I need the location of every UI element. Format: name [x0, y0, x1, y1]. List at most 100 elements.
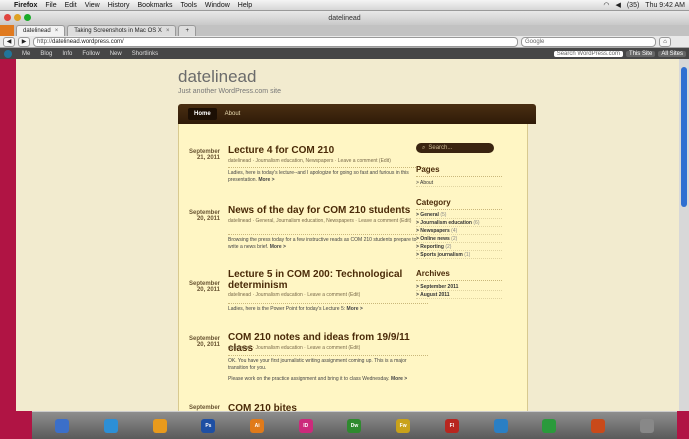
- powerpoint-icon[interactable]: [590, 418, 605, 433]
- post-excerpt: Ladies, here is today's lecture--and I a…: [228, 167, 428, 184]
- sidebar-category-item[interactable]: > Online news (2): [416, 236, 502, 243]
- close-tab-icon[interactable]: ×: [166, 28, 170, 34]
- post-meta[interactable]: datelinead · General, Journalism educati…: [228, 218, 418, 224]
- window-controls: [4, 14, 31, 21]
- wpbar-me[interactable]: Me: [22, 51, 30, 57]
- wordpress-logo-icon[interactable]: [4, 49, 12, 58]
- menu-file[interactable]: File: [45, 2, 56, 9]
- search-engine-placeholder: Google: [525, 38, 545, 45]
- url-text: datelinead.wordpress.com/: [52, 38, 124, 45]
- wpbar-follow[interactable]: Follow: [82, 51, 99, 57]
- excel-icon[interactable]: [542, 418, 557, 433]
- search-icon: ⌕: [422, 144, 426, 151]
- search-engine-box[interactable]: Google: [521, 36, 656, 47]
- sidebar-category-item[interactable]: > Newspapers (4): [416, 228, 502, 235]
- mac-menubar: Firefox File Edit View History Bookmarks…: [0, 0, 689, 11]
- post-meta[interactable]: datelinead · Journalism education · Leav…: [228, 345, 418, 351]
- dreamweaver-icon[interactable]: Dw: [347, 418, 362, 433]
- wifi-icon[interactable]: ◠: [603, 1, 609, 9]
- post-excerpt-line: Please work on the practice assignment a…: [228, 376, 428, 383]
- forward-button[interactable]: ▶: [18, 36, 30, 47]
- safari-icon[interactable]: [104, 418, 119, 433]
- minimize-window-icon[interactable]: [14, 14, 21, 21]
- url-bar[interactable]: http:// datelinead.wordpress.com/: [33, 36, 518, 47]
- blog-title[interactable]: datelinead: [178, 67, 256, 87]
- flash-icon[interactable]: Fl: [444, 418, 459, 433]
- sidebar-category-item[interactable]: > Sports journalism (1): [416, 252, 502, 259]
- clock[interactable]: Thu 9:42 AM: [645, 2, 685, 9]
- page-content: datelinead Just another WordPress.com si…: [16, 59, 679, 411]
- sidebar-category-item[interactable]: > General (5): [416, 212, 502, 219]
- post-date-year: 20, 2011: [196, 287, 220, 293]
- close-window-icon[interactable]: [4, 14, 11, 21]
- post-date: September 20, 2011: [178, 336, 220, 348]
- photoshop-icon[interactable]: Ps: [201, 418, 216, 433]
- menu-help[interactable]: Help: [238, 2, 252, 9]
- more-link[interactable]: More >: [270, 244, 286, 250]
- post-excerpt-text: Ladies, here is today's lecture--and I a…: [228, 170, 409, 183]
- sidebar-page-about[interactable]: > About: [416, 180, 502, 187]
- tab-screenshots[interactable]: Taking Screenshots in Mac OS X ×: [67, 25, 177, 36]
- finder-icon[interactable]: [55, 418, 70, 433]
- post-date: September 20, 2011: [178, 281, 220, 293]
- wpbar-all-sites-button[interactable]: All Sites: [658, 50, 686, 57]
- fireworks-icon[interactable]: Fw: [396, 418, 411, 433]
- sidebar-archive-item[interactable]: > September 2011: [416, 284, 502, 291]
- page-scrollbar[interactable]: [679, 59, 689, 411]
- home-button[interactable]: ⌂: [659, 36, 671, 47]
- post-excerpt: Browsing the press today for a few instr…: [228, 234, 428, 251]
- tab-datelinead[interactable]: datelinead ×: [16, 25, 66, 36]
- wpbar-this-site-button[interactable]: This Site: [625, 50, 656, 57]
- new-tab-button[interactable]: +: [178, 25, 196, 36]
- wpbar-search-input[interactable]: Search WordPress.com: [553, 50, 623, 57]
- post-meta[interactable]: datelinead · Journalism education, Newsp…: [228, 158, 418, 164]
- sidebar-archive-item[interactable]: > August 2011: [416, 292, 502, 299]
- menu-firefox[interactable]: Firefox: [14, 2, 37, 9]
- post-title[interactable]: News of the day for COM 210 students: [228, 205, 428, 216]
- wpbar-shortlinks[interactable]: Shortlinks: [132, 51, 158, 57]
- battery-label[interactable]: (35): [627, 2, 639, 9]
- more-link[interactable]: More >: [258, 177, 274, 183]
- nav-about-link[interactable]: About: [225, 111, 241, 117]
- sidebar-category-item[interactable]: > Journalism education (6): [416, 220, 502, 227]
- more-link[interactable]: More >: [347, 306, 363, 312]
- sidebar-search-input[interactable]: ⌕ Search...: [416, 143, 494, 153]
- trash-icon[interactable]: [639, 418, 654, 433]
- firefox-dock-icon[interactable]: [152, 418, 167, 433]
- menu-tools[interactable]: Tools: [181, 2, 197, 9]
- close-tab-icon[interactable]: ×: [55, 28, 59, 34]
- indesign-icon[interactable]: ID: [298, 418, 313, 433]
- wpbar-blog[interactable]: Blog: [40, 51, 52, 57]
- post-meta[interactable]: datelinead · Journalism education · Leav…: [228, 292, 418, 298]
- wpbar-right: Search WordPress.com This Site All Sites: [553, 50, 689, 57]
- wpbar-info[interactable]: Info: [62, 51, 72, 57]
- post-title[interactable]: COM 210 bites: [228, 403, 428, 411]
- post-title[interactable]: Lecture 5 in COM 200: Technological dete…: [228, 269, 428, 291]
- post-excerpt-text: OK. You have your first journalistic wri…: [228, 358, 407, 371]
- menu-view[interactable]: View: [85, 2, 100, 9]
- menu-history[interactable]: History: [108, 2, 130, 9]
- zoom-window-icon[interactable]: [24, 14, 31, 21]
- nav-home-link[interactable]: Home: [188, 108, 217, 120]
- volume-icon[interactable]: ◀: [615, 1, 620, 9]
- window-title: datelinead: [328, 14, 361, 22]
- forward-arrow-icon: ▶: [21, 39, 27, 45]
- back-button[interactable]: ◀: [3, 36, 15, 47]
- wpbar-new[interactable]: New: [110, 51, 122, 57]
- blog-nav: Home About: [178, 104, 536, 124]
- illustrator-icon[interactable]: Ai: [250, 418, 265, 433]
- firefox-icon[interactable]: [0, 25, 14, 36]
- sidebar-category-item[interactable]: > Reporting (2): [416, 244, 502, 251]
- home-icon: ⌂: [663, 38, 667, 45]
- menu-bookmarks[interactable]: Bookmarks: [138, 2, 173, 9]
- post-date-year: 21, 2011: [196, 155, 220, 161]
- post-excerpt-text: Browsing the press today for a few instr…: [228, 237, 417, 250]
- post-excerpt-text-2: Please work on the practice assignment a…: [228, 376, 390, 382]
- more-link[interactable]: More >: [391, 376, 407, 382]
- post-date: September 20, 2011: [178, 210, 220, 222]
- menu-window[interactable]: Window: [205, 2, 230, 9]
- post-title[interactable]: Lecture 4 for COM 210: [228, 145, 428, 156]
- word-icon[interactable]: [493, 418, 508, 433]
- menu-edit[interactable]: Edit: [65, 2, 77, 9]
- scrollbar-thumb[interactable]: [681, 67, 687, 207]
